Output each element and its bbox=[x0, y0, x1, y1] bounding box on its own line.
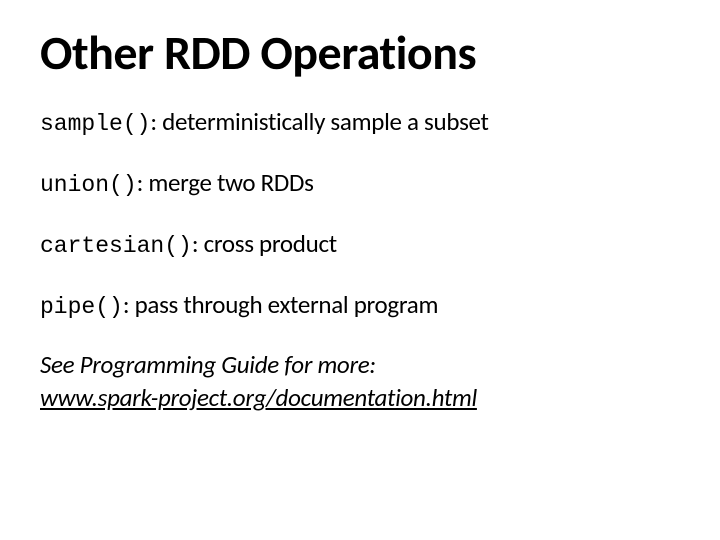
operation-desc: : deterministically sample a subset bbox=[150, 106, 488, 137]
operation-name: pipe() bbox=[40, 294, 123, 320]
documentation-link[interactable]: www.spark-project.org/documentation.html bbox=[40, 382, 477, 413]
operation-desc: : cross product bbox=[192, 228, 337, 259]
operation-sample: sample(): deterministically sample a sub… bbox=[40, 106, 680, 139]
operation-name: cartesian() bbox=[40, 233, 192, 259]
operation-pipe: pipe(): pass through external program bbox=[40, 289, 680, 322]
operation-union: union(): merge two RDDs bbox=[40, 167, 680, 200]
footer-lead: See Programming Guide for more: bbox=[40, 349, 376, 380]
operation-name: union() bbox=[40, 172, 137, 198]
operation-cartesian: cartesian(): cross product bbox=[40, 228, 680, 261]
operation-desc: : merge two RDDs bbox=[137, 167, 314, 198]
operation-desc: : pass through external program bbox=[123, 289, 438, 320]
footer-note: See Programming Guide for more: www.spar… bbox=[40, 349, 680, 414]
slide-title: Other RDD Operations bbox=[40, 28, 680, 78]
slide: Other RDD Operations sample(): determini… bbox=[0, 0, 720, 540]
operation-name: sample() bbox=[40, 111, 150, 137]
